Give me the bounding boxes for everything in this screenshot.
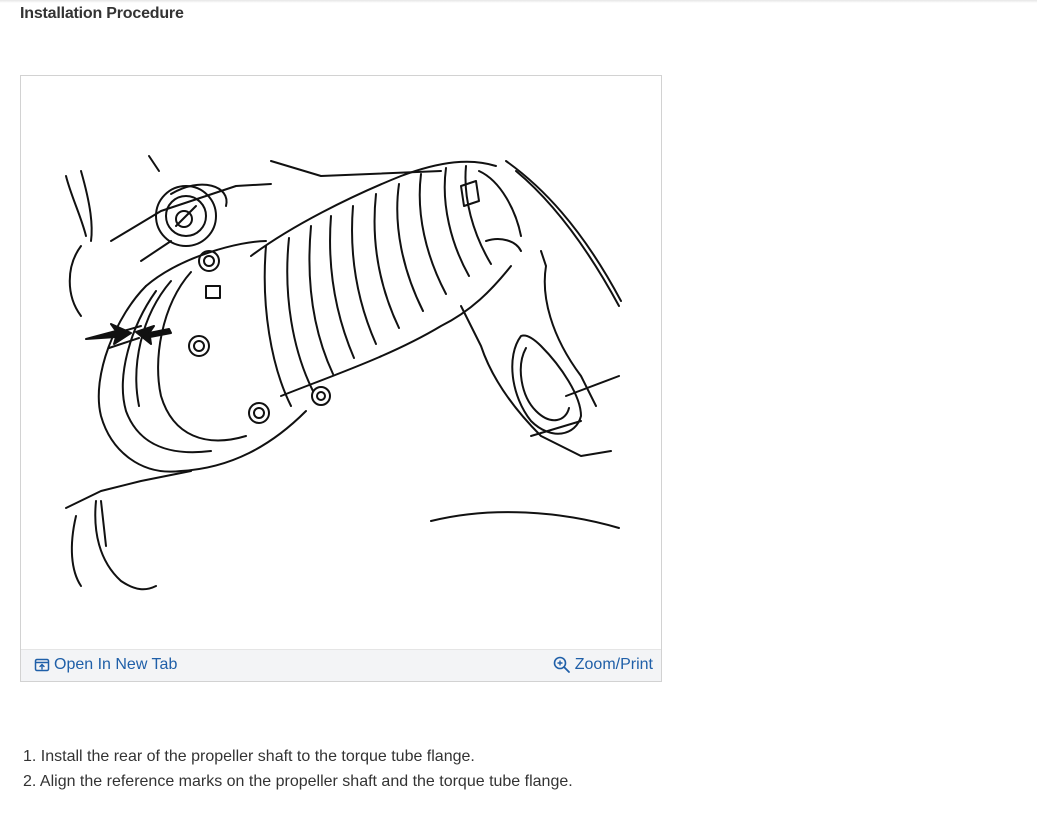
procedure-step: 1. Install the rear of the propeller sha…: [23, 748, 475, 765]
procedure-step: 2. Align the reference marks on the prop…: [23, 773, 573, 790]
zoom-in-icon: [553, 656, 570, 673]
open-in-new-tab-label: Open In New Tab: [54, 656, 178, 673]
open-new-tab-icon: [34, 658, 50, 672]
zoom-print-label: Zoom/Print: [574, 656, 653, 673]
section-title: Installation Procedure: [20, 5, 184, 22]
figure-card: Open In New Tab Zoom/Print: [20, 75, 662, 682]
figure-footer: Open In New Tab Zoom/Print: [21, 649, 661, 681]
open-in-new-tab-link[interactable]: Open In New Tab: [34, 656, 177, 674]
zoom-print-link[interactable]: Zoom/Print: [553, 656, 653, 674]
propeller-shaft-illustration[interactable]: [21, 76, 661, 649]
top-divider: [0, 0, 1037, 3]
procedure-steps: 1. Install the rear of the propeller sha…: [23, 744, 573, 794]
